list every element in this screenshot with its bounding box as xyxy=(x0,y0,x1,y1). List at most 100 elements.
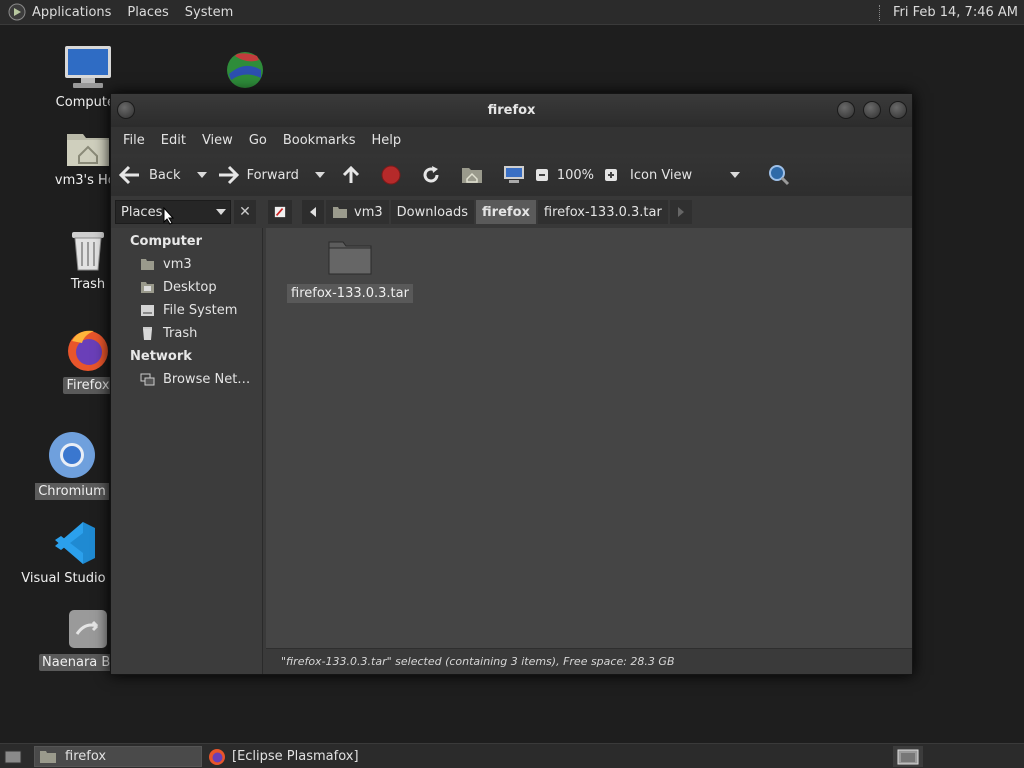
up-arrow-icon xyxy=(342,165,359,183)
crumb-label: Downloads xyxy=(396,204,469,220)
zoom-in-icon xyxy=(605,169,618,181)
reload-icon xyxy=(423,166,439,183)
system-menu-label: System xyxy=(184,4,234,20)
crumb-downloads[interactable]: Downloads xyxy=(390,200,475,224)
mouse-cursor-icon xyxy=(163,207,175,225)
system-menu[interactable]: System xyxy=(177,0,241,25)
sidebar-item-trash[interactable]: Trash xyxy=(140,326,197,341)
menu-help[interactable]: Help xyxy=(363,133,409,148)
zoom-in-button[interactable] xyxy=(604,160,618,190)
crumb-firefox[interactable]: firefox xyxy=(476,200,536,224)
toolbar: Back Forward 100% Icon View xyxy=(111,154,912,196)
desktop-icon-label: Chromium xyxy=(35,483,109,500)
sidebar-item-vm3[interactable]: vm3 xyxy=(140,257,192,272)
desktop-icon-chromium[interactable]: Chromium xyxy=(27,431,117,500)
crumb-label: firefox xyxy=(482,204,530,220)
home-folder-icon xyxy=(67,134,109,166)
zoom-level: 100% xyxy=(556,167,595,183)
panel-separator xyxy=(878,4,881,21)
show-desktop-icon xyxy=(4,750,22,763)
chevron-right-icon xyxy=(677,207,684,217)
menu-view[interactable]: View xyxy=(194,133,241,148)
close-sidebar-button[interactable]: ✕ xyxy=(234,200,256,224)
places-menu-label: Places xyxy=(127,4,169,20)
trash-icon xyxy=(72,232,104,271)
computer-icon xyxy=(65,46,111,88)
window-title: firefox xyxy=(487,103,536,118)
close-button[interactable] xyxy=(889,101,907,119)
back-history-dropdown[interactable] xyxy=(196,172,207,178)
back-arrow-icon xyxy=(119,165,139,185)
sidebar-item-browse-network[interactable]: Browse Net… xyxy=(140,372,250,387)
workspace-switcher[interactable] xyxy=(893,746,923,767)
sidebar-item-label: Browse Net… xyxy=(163,372,251,387)
network-icon xyxy=(140,373,155,386)
chevron-left-icon xyxy=(310,207,316,217)
desktop-icon-label: Trash xyxy=(70,277,106,292)
menu-go[interactable]: Go xyxy=(241,133,275,148)
sidebar-item-label: vm3 xyxy=(163,257,192,272)
zoom-out-button[interactable] xyxy=(535,160,549,190)
crumb-scroll-right-button[interactable] xyxy=(669,200,692,224)
desktop-icon-vscode[interactable]: Visual Studio Co xyxy=(21,520,127,587)
file-view[interactable]: firefox-133.0.3.tar xyxy=(266,228,912,648)
menu-edit[interactable]: Edit xyxy=(153,133,194,148)
chromium-icon xyxy=(49,432,95,478)
sidebar-item-desktop[interactable]: Desktop xyxy=(140,280,217,295)
location-bar: Places ✕ vm3 Downloads firefox firefox-1… xyxy=(111,196,912,228)
close-icon: ✕ xyxy=(239,204,251,220)
toggle-location-entry-button[interactable] xyxy=(268,200,292,224)
maximize-button[interactable] xyxy=(863,101,881,119)
window-menu-button[interactable] xyxy=(117,101,135,119)
folder-icon xyxy=(328,241,372,275)
search-button[interactable] xyxy=(768,160,790,190)
drive-icon xyxy=(141,305,154,316)
view-mode-select[interactable]: Icon View xyxy=(630,160,750,190)
firefox-icon xyxy=(68,330,108,371)
menu-bookmarks[interactable]: Bookmarks xyxy=(275,133,364,148)
edit-icon xyxy=(274,206,286,218)
forward-button[interactable]: Forward xyxy=(217,160,299,190)
crumb-label: vm3 xyxy=(354,204,383,220)
workspace-icon xyxy=(897,749,919,764)
minimize-button[interactable] xyxy=(837,101,855,119)
places-menu[interactable]: Places xyxy=(119,0,176,25)
crumb-vm3[interactable]: vm3 xyxy=(326,200,389,224)
firefox-icon xyxy=(209,748,225,765)
breadcrumb: vm3 Downloads firefox firefox-133.0.3.ta… xyxy=(268,200,694,224)
applications-menu-label: Applications xyxy=(32,4,112,20)
forward-history-dropdown[interactable] xyxy=(314,172,325,178)
bottom-panel: firefox [Eclipse Plasmafox] xyxy=(0,743,1024,768)
desktop-folder-icon xyxy=(141,282,154,293)
status-text: "firefox-133.0.3.tar" selected (containi… xyxy=(281,655,675,668)
globe-icon[interactable] xyxy=(225,50,265,90)
zoom-out-icon xyxy=(535,169,548,181)
file-manager-window: firefox File Edit View Go Bookmarks Help… xyxy=(110,93,913,675)
sidebar-heading-computer: Computer xyxy=(130,234,203,249)
clock[interactable]: Fri Feb 14, 7:46 AM xyxy=(878,0,1024,25)
reload-button[interactable] xyxy=(421,160,441,190)
forward-label: Forward xyxy=(246,167,299,183)
up-button[interactable] xyxy=(341,160,361,190)
file-item[interactable]: firefox-133.0.3.tar xyxy=(287,238,413,303)
status-bar: "firefox-133.0.3.tar" selected (containi… xyxy=(266,648,912,674)
show-desktop-button[interactable] xyxy=(2,746,24,767)
window-titlebar[interactable]: firefox xyxy=(111,94,912,127)
task-eclipse-plasmafox[interactable]: [Eclipse Plasmafox] xyxy=(206,746,359,767)
task-label: firefox xyxy=(65,749,107,764)
menu-file[interactable]: File xyxy=(115,133,153,148)
vscode-icon xyxy=(55,522,95,564)
sidebar-item-filesystem[interactable]: File System xyxy=(140,303,237,318)
sidebar-heading-network: Network xyxy=(130,349,192,364)
chevron-down-icon xyxy=(216,209,226,215)
back-button[interactable]: Back xyxy=(119,160,181,190)
stop-button[interactable] xyxy=(381,160,401,190)
task-firefox-filemanager[interactable]: firefox xyxy=(34,746,202,767)
home-button[interactable] xyxy=(461,160,483,190)
crumb-firefox-tar[interactable]: firefox-133.0.3.tar xyxy=(537,200,668,224)
distro-logo-icon xyxy=(8,3,26,21)
sidebar-item-label: Trash xyxy=(163,326,198,341)
crumb-scroll-left-button[interactable] xyxy=(302,200,324,224)
computer-button[interactable] xyxy=(503,160,525,190)
applications-menu[interactable]: Applications xyxy=(0,0,119,25)
